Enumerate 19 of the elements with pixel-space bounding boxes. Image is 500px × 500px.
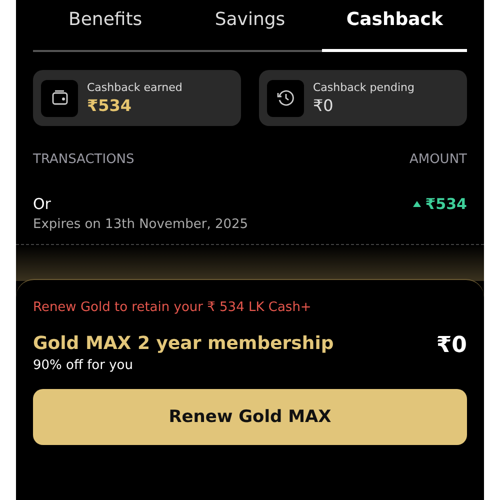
tab[interactable]: Benefits (33, 0, 178, 52)
column-heading: AMOUNT (409, 152, 467, 167)
transaction-amount: ₹534 (425, 195, 467, 213)
warning-text: Renew Gold to retain your ₹ 534 LK Cash+ (33, 300, 312, 315)
wallet-icon (50, 89, 68, 107)
history-icon (276, 88, 296, 108)
card-label: Cashback earned (87, 81, 182, 94)
tab[interactable]: Cashback (322, 0, 468, 52)
expiry-text: Expires on 13th November, 2025 (33, 217, 248, 232)
card-value: ₹534 (87, 96, 133, 115)
renew-button[interactable]: Renew Gold MAX (33, 389, 467, 445)
section-heading: TRANSACTIONS (33, 152, 134, 167)
transaction-title: Or (33, 195, 52, 213)
tab[interactable]: Savings (178, 0, 322, 52)
price-text: ₹0 (436, 333, 467, 358)
card-value: ₹0 (313, 96, 334, 115)
card-label: Cashback pending (313, 81, 414, 94)
plan-title: Gold MAX 2 year membership (33, 333, 334, 354)
offer-text: 90% off for you (33, 358, 134, 373)
